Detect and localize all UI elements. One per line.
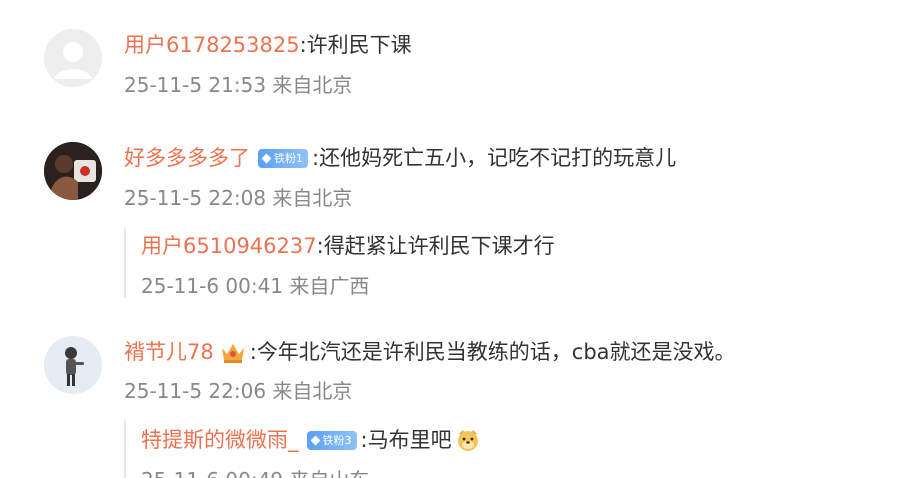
user-photo-icon [44, 142, 102, 200]
comment-text: 今年北汽还是许利民当教练的话，cba就还是没戏。 [256, 340, 736, 364]
comment-username[interactable]: 褙节儿78 [124, 338, 214, 366]
reply-meta: 25-11-6 00:49 来自山东 [141, 467, 369, 478]
comment-line: 用户6178253825 : 许利民下课 [124, 31, 412, 59]
fan-badge: 铁粉1 [258, 148, 308, 168]
fan-badge-label: 铁粉1 [274, 151, 303, 165]
diamond-icon [261, 153, 272, 163]
reply-divider [124, 420, 126, 478]
colon: : [360, 428, 368, 452]
fan-badge-label: 铁粉3 [322, 433, 352, 447]
reply-divider [124, 228, 126, 298]
colon: : [249, 340, 257, 364]
crown-badge-icon [221, 344, 244, 363]
reply-line: 用户6510946237 : 得赶紧让许利民下课才行 [141, 232, 555, 260]
avatar-default[interactable] [44, 29, 102, 87]
fan-badge: 铁粉3 [306, 430, 357, 450]
reply-username[interactable]: 用户6510946237 [141, 232, 317, 260]
avatar-photo[interactable] [44, 142, 102, 200]
diamond-icon [310, 435, 320, 445]
comment-meta: 25-11-5 22:06 来自北京 [124, 379, 353, 403]
comment-username[interactable]: 用户6178253825 [124, 31, 300, 59]
comment-list: 用户6178253825 : 许利民下课 25-11-5 21:53 来自北京 … [0, 0, 900, 478]
reply-meta: 25-11-6 00:41 来自广西 [141, 274, 370, 298]
comment-meta: 25-11-5 22:08 来自北京 [124, 186, 353, 210]
reply-username[interactable]: 特提斯的微微雨_ [141, 426, 299, 454]
comment-meta: 25-11-5 21:53 来自北京 [124, 73, 353, 97]
reply-line: 特提斯的微微雨_ 铁粉3 : 马布里吧 [141, 426, 480, 454]
reply-text: 得赶紧让许利民下课才行 [323, 234, 555, 258]
comment-text: 还他妈死亡五小，记吃不记打的玩意儿 [319, 146, 677, 170]
comment-username[interactable]: 好多多多多了 [124, 144, 250, 172]
comment-line: 好多多多多了 铁粉1 : 还他妈死亡五小，记吃不记打的玩意儿 [124, 144, 676, 172]
reply-text: 马布里吧 [367, 428, 452, 452]
colon: : [312, 146, 320, 170]
comment-text: 许利民下课 [306, 33, 412, 57]
colon: : [299, 33, 307, 57]
cartoon-avatar-icon [44, 336, 102, 394]
colon: : [316, 234, 324, 258]
comment-line: 褙节儿78 : 今年北汽还是许利民当教练的话，cba就还是没戏。 [124, 338, 736, 366]
doge-emoji-icon [457, 430, 478, 451]
default-user-icon [44, 29, 102, 87]
avatar-cartoon[interactable] [44, 336, 102, 394]
